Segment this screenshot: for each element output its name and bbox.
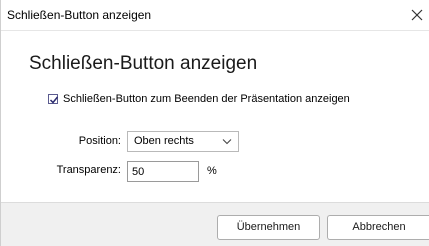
dialog-content: Schließen-Button anzeigen Schließen-Butt… (1, 31, 429, 202)
dialog-heading: Schließen-Button anzeigen (29, 53, 258, 74)
show-close-button-option[interactable]: Schließen-Button zum Beenden der Präsent… (48, 92, 350, 106)
window-title: Schließen-Button anzeigen (7, 8, 152, 22)
apply-button[interactable]: Übernehmen (217, 215, 320, 240)
close-icon[interactable] (409, 7, 425, 23)
chevron-down-icon (222, 139, 232, 145)
checkmark-icon (49, 96, 59, 104)
transparency-unit: % (207, 165, 217, 177)
dialog-window: Schließen-Button anzeigen Schließen-Butt… (0, 0, 429, 246)
transparency-label: Transparenz: (56, 164, 121, 176)
position-select[interactable]: Oben rechts (127, 131, 239, 152)
dialog-footer: Übernehmen Abbrechen (1, 202, 429, 246)
title-bar: Schließen-Button anzeigen (1, 0, 429, 31)
transparency-input[interactable] (127, 161, 199, 182)
position-select-value: Oben rechts (134, 135, 194, 147)
position-label: Position: (78, 135, 121, 147)
cancel-button[interactable]: Abbrechen (327, 215, 429, 240)
show-close-button-checkbox[interactable] (48, 94, 59, 104)
show-close-button-label: Schließen-Button zum Beenden der Präsent… (63, 93, 350, 105)
